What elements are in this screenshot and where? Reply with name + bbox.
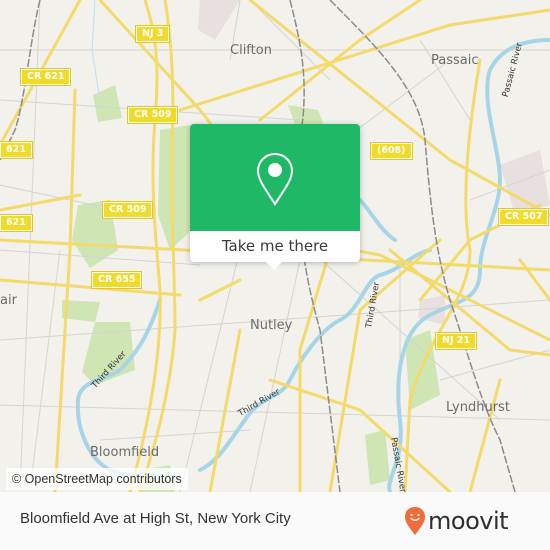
road [518, 258, 550, 302]
map-attribution[interactable]: © OpenStreetMap contributors [6, 468, 188, 490]
park [93, 85, 122, 122]
place-label-lyndhurst: Lyndhurst [446, 400, 510, 415]
park [158, 125, 192, 250]
map-pin-icon [256, 152, 294, 206]
stop-name: Bloomfield Ave at High St, New York City [20, 510, 291, 527]
moovit-logo-text: moovit [428, 507, 509, 535]
moovit-logo[interactable]: moovit [404, 504, 509, 538]
place-label-montclair: air [0, 293, 17, 308]
place-label-nutley: Nutley [250, 318, 293, 333]
popup-header [190, 124, 360, 231]
road-shield-608: (608) [370, 142, 413, 160]
road-shield-621: 621 [0, 214, 33, 232]
road-shield-cr509: CR 509 [101, 201, 154, 219]
road-shield-nj3: NJ 3 [134, 25, 171, 43]
road-shield-nj21: NJ 21 [434, 332, 478, 350]
road [53, 88, 77, 492]
road-shield-cr655: CR 655 [90, 271, 143, 289]
road [0, 193, 82, 212]
popup-pointer [265, 261, 283, 270]
place-label-passaic: Passaic [431, 53, 479, 68]
park [365, 430, 390, 485]
industrial-area [198, 0, 240, 40]
road [0, 278, 182, 297]
road-shield-cr507: CR 507 [497, 208, 550, 226]
road-shield-621: 621 [0, 141, 33, 159]
road-shield-cr509: CR 509 [126, 106, 179, 124]
map-canvas[interactable]: Clifton Passaic Nutley Lyndhurst Bloomfi… [0, 0, 550, 492]
road [403, 58, 482, 492]
location-popup: Take me there [190, 124, 360, 270]
take-me-there-button[interactable]: Take me there [190, 231, 360, 262]
place-label-bloomfield: Bloomfield [90, 445, 160, 460]
footer-bar: Bloomfield Ave at High St, New York City… [0, 492, 550, 550]
moovit-pin-icon [405, 507, 425, 535]
industrial-area [500, 150, 550, 215]
place-label-clifton: Clifton [230, 43, 272, 58]
road-shield-cr621: CR 621 [19, 68, 72, 86]
road [198, 278, 242, 302]
